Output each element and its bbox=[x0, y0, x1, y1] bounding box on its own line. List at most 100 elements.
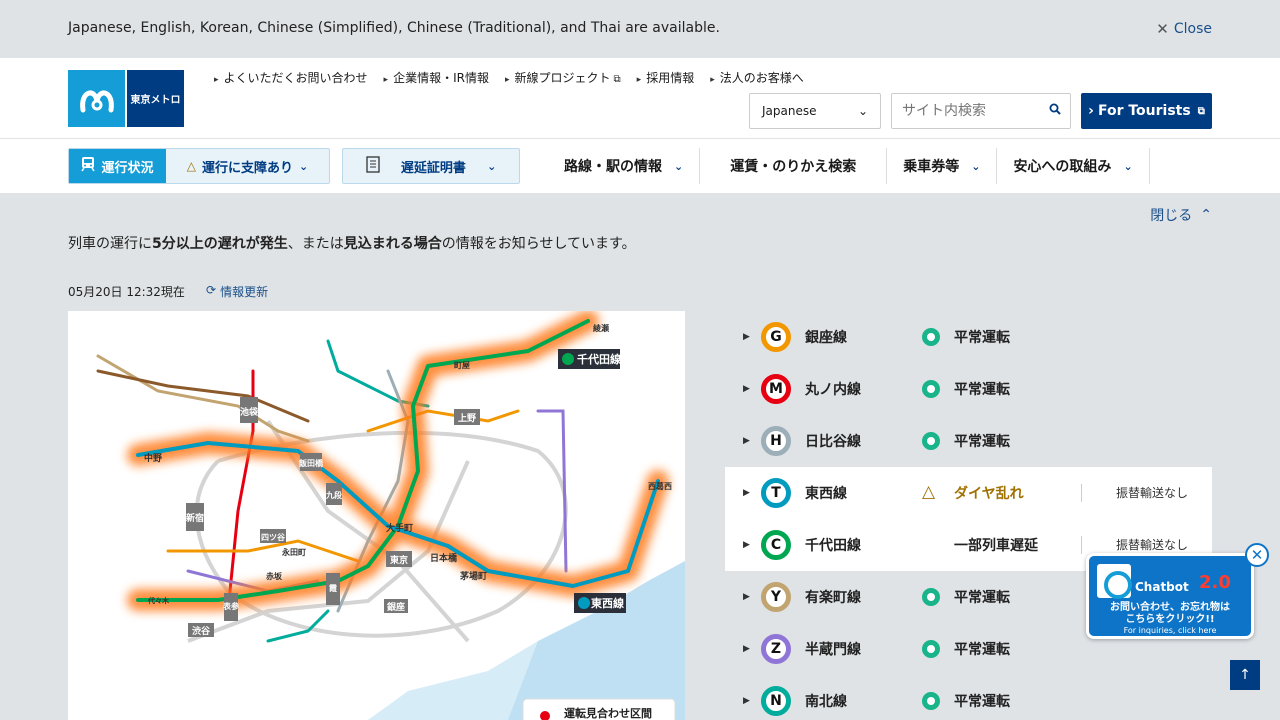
svg-text:表参: 表参 bbox=[222, 601, 240, 611]
nav-item-tickets[interactable]: 乗車券等 ⌄ bbox=[887, 148, 998, 184]
main-nav-menu: 路線・駅の情報 ⌄ 運賃・のりかえ検索 乗車券等 ⌄ 安心への取組み ⌄ bbox=[548, 148, 1150, 184]
nav-item-label: 路線・駅の情報 bbox=[564, 159, 662, 175]
nav-item-label: 運賃・のりかえ検索 bbox=[730, 159, 857, 175]
nav-item-lines-stations[interactable]: 路線・駅の情報 ⌄ bbox=[548, 148, 701, 184]
svg-text:町屋: 町屋 bbox=[454, 360, 470, 370]
chevron-down-icon: ⌄ bbox=[1123, 159, 1133, 173]
svg-text:中野: 中野 bbox=[144, 452, 162, 464]
operation-status-state: △ 運行に支障あり ⌄ bbox=[166, 149, 329, 183]
line-status: 平常運転 bbox=[954, 642, 1010, 658]
nav-item-safety[interactable]: 安心への取組み ⌄ bbox=[997, 148, 1150, 184]
line-badge: N bbox=[761, 686, 791, 716]
close-icon: ✕ bbox=[1156, 20, 1169, 38]
chevron-right-icon: › bbox=[1088, 103, 1094, 119]
svg-text:茅場町: 茅場町 bbox=[460, 570, 487, 582]
tozai-label: 東西線 bbox=[574, 593, 626, 613]
line-badge: Y bbox=[761, 582, 791, 612]
chatbot-english-label: For inquiries, click here bbox=[1123, 626, 1217, 635]
util-link-recruit[interactable]: 採用情報 bbox=[637, 69, 694, 86]
line-name: 銀座線 bbox=[805, 330, 847, 346]
chatbot-subtitle-line: こちらをクリック!! bbox=[1125, 614, 1215, 625]
status-timestamp: 05月20日 12:32現在 bbox=[68, 285, 185, 299]
line-status: 平常運転 bbox=[954, 434, 1010, 450]
line-row[interactable]: ▶ G 銀座線 平常運転 bbox=[725, 311, 1212, 363]
line-badge: G bbox=[761, 322, 791, 352]
refresh-button[interactable]: ⟳ 情報更新 bbox=[206, 283, 268, 300]
expand-caret-icon: ▶ bbox=[743, 436, 750, 446]
line-row[interactable]: ▶ T 東西線 △ ダイヤ乱れ 振替輸送なし bbox=[725, 467, 1212, 519]
line-status: 平常運転 bbox=[954, 330, 1010, 346]
line-badge: M bbox=[761, 374, 791, 404]
svg-text:代々木: 代々木 bbox=[147, 596, 170, 605]
for-tourists-label: For Tourists bbox=[1097, 103, 1191, 119]
language-select-value: Japanese bbox=[762, 104, 817, 118]
site-search bbox=[891, 93, 1071, 129]
metro-mark-icon bbox=[1097, 564, 1132, 599]
operation-status-tag: 運行状況 bbox=[69, 149, 166, 183]
line-status: 一部列車遅延 bbox=[954, 538, 1038, 554]
line-status: 平常運転 bbox=[954, 694, 1010, 710]
line-row[interactable]: ▶ M 丸ノ内線 平常運転 bbox=[725, 363, 1212, 415]
nav-item-label: 安心への取組み bbox=[1013, 159, 1112, 175]
collapse-button[interactable]: 閉じる ⌃ bbox=[1150, 205, 1212, 225]
expand-caret-icon: ▶ bbox=[743, 644, 750, 654]
warning-icon: △ bbox=[922, 482, 936, 502]
chatbot-subtitle: お問い合わせ、お忘れ物は こちらをクリック!! bbox=[1089, 602, 1251, 626]
transfer-info: 振替輸送なし bbox=[1081, 484, 1188, 502]
transfer-info: 振替輸送なし bbox=[1081, 536, 1188, 554]
logo-text: 東京メトロ bbox=[127, 70, 184, 127]
line-name: 丸ノ内線 bbox=[805, 382, 861, 398]
search-input[interactable] bbox=[892, 103, 1040, 119]
metro-mark-icon bbox=[68, 70, 125, 127]
search-icon[interactable] bbox=[1040, 103, 1070, 119]
line-status: 平常運転 bbox=[954, 382, 1010, 398]
chatbot-widget[interactable]: Chatbot 2.0 お問い合わせ、お忘れ物は こちらをクリック!! For … bbox=[1086, 543, 1269, 639]
line-row[interactable]: ▶ N 南北線 平常運転 bbox=[725, 675, 1212, 720]
language-select[interactable]: Japanese ⌄ bbox=[749, 93, 881, 129]
nav-item-fare-search[interactable]: 運賃・のりかえ検索 bbox=[700, 148, 888, 184]
route-map[interactable]: 池袋 中野 飯田橋 九段 大手町 東京 日本橋 茅場町 新宿 四ツ谷 永田町 赤… bbox=[68, 311, 685, 720]
svg-text:日本橋: 日本橋 bbox=[430, 552, 458, 564]
external-link-icon: ⧉ bbox=[1197, 105, 1205, 117]
line-badge: Z bbox=[761, 634, 791, 664]
line-badge: C bbox=[761, 530, 791, 560]
chevron-down-icon: ⌄ bbox=[299, 159, 309, 173]
expand-caret-icon: ▶ bbox=[743, 488, 750, 498]
line-status-list: ▶ G 銀座線 平常運転 ▶ M 丸ノ内線 平常運転 ▶ H 日比谷線 平常運転 ▶ T 東西線 △ ダイヤ乱れ… bbox=[725, 311, 1212, 720]
chevron-down-icon: ⌄ bbox=[487, 159, 497, 173]
svg-text:九段: 九段 bbox=[325, 490, 342, 500]
line-name: 南北線 bbox=[805, 694, 847, 710]
util-link-business[interactable]: 法人のお客様へ bbox=[710, 69, 804, 86]
for-tourists-button[interactable]: › For Tourists ⧉ bbox=[1081, 93, 1212, 129]
line-name: 東西線 bbox=[805, 486, 847, 502]
refresh-icon: ⟳ bbox=[206, 283, 217, 297]
normal-status-icon bbox=[922, 328, 940, 346]
notice-emphasis: 5分以上の遅れが発生 bbox=[152, 236, 288, 252]
chevron-down-icon: ⌄ bbox=[674, 159, 684, 173]
site-header: 東京メトロ よくいただくお問い合わせ 企業情報・IR情報 新線プロジェクト⧉ 採… bbox=[0, 58, 1280, 139]
train-icon bbox=[81, 156, 96, 176]
svg-text:東西線: 東西線 bbox=[591, 596, 624, 610]
svg-text:東京: 東京 bbox=[390, 554, 408, 566]
route-map-graphic: 池袋 中野 飯田橋 九段 大手町 東京 日本橋 茅場町 新宿 四ツ谷 永田町 赤… bbox=[68, 311, 685, 720]
svg-text:赤坂: 赤坂 bbox=[266, 571, 283, 581]
notice-text: 、または bbox=[287, 236, 344, 252]
back-to-top-button[interactable]: ↑ bbox=[1230, 660, 1260, 690]
line-row[interactable]: ▶ H 日比谷線 平常運転 bbox=[725, 415, 1212, 467]
chatbot-close-button[interactable]: ✕ bbox=[1245, 543, 1269, 567]
chevron-down-icon: ⌄ bbox=[971, 159, 981, 173]
notice-text: 列車の運行に bbox=[68, 236, 152, 252]
util-link-faq[interactable]: よくいただくお問い合わせ bbox=[214, 69, 368, 86]
normal-status-icon bbox=[922, 692, 940, 710]
operation-status-label: 運行状況 bbox=[101, 160, 154, 176]
util-link-corporate[interactable]: 企業情報・IR情報 bbox=[384, 69, 489, 86]
svg-text:綾瀬: 綾瀬 bbox=[593, 323, 609, 333]
delay-certificate-button[interactable]: 遅延証明書 ⌄ bbox=[342, 148, 520, 184]
tokyo-metro-logo[interactable]: 東京メトロ bbox=[68, 70, 184, 127]
util-link-new-line[interactable]: 新線プロジェクト⧉ bbox=[505, 69, 621, 86]
chatbot-version: 2.0 bbox=[1199, 572, 1231, 593]
normal-status-icon bbox=[922, 380, 940, 398]
banner-close-button[interactable]: ✕ Close bbox=[1156, 20, 1212, 38]
document-icon bbox=[365, 155, 380, 177]
operation-status-toggle[interactable]: 運行状況 △ 運行に支障あり ⌄ bbox=[68, 148, 330, 184]
